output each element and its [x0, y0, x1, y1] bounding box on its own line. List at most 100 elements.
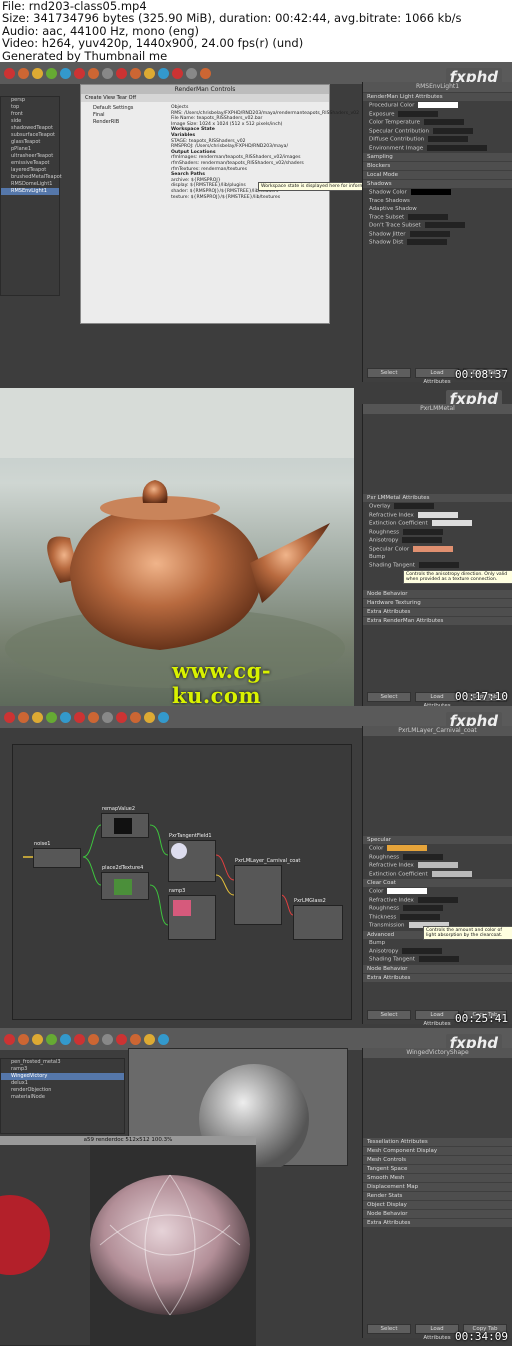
shelf-icon[interactable] [46, 1033, 57, 1045]
node-place2dtexture4[interactable]: place2dTexture4 [101, 865, 149, 900]
ae-section[interactable]: Displacement Map [363, 1183, 512, 1191]
outliner-item[interactable]: renderObjection [1, 1087, 124, 1094]
ae-section[interactable]: Pxr LMMetal Attributes [363, 494, 512, 502]
ae-section[interactable]: Extra Attributes [363, 607, 512, 616]
node-noise1[interactable]: noise1 [33, 841, 81, 868]
ae-section[interactable]: Hardware Texturing [363, 598, 512, 607]
shelf-icon[interactable] [144, 711, 155, 723]
node-pxrlmglass2[interactable]: PxrLMGlass2 [293, 898, 343, 940]
shelf-icon[interactable] [172, 67, 183, 79]
shelf-icon[interactable] [116, 1033, 127, 1045]
shelf-icon[interactable] [200, 67, 211, 79]
number-field[interactable] [402, 537, 443, 543]
shelf-icon[interactable] [74, 711, 85, 723]
outliner-item[interactable]: delux1 [1, 1080, 124, 1087]
color-swatch[interactable] [431, 520, 472, 526]
number-field[interactable] [402, 947, 443, 954]
outliner-item[interactable]: RMSDomeLight1 [1, 181, 59, 188]
shelf-icon[interactable] [18, 711, 29, 723]
color-swatch[interactable] [417, 862, 458, 868]
node-ramp3[interactable]: ramp3 [168, 888, 216, 940]
shelf-icon[interactable] [74, 1033, 85, 1045]
shelf-icon[interactable] [32, 67, 43, 79]
load-attributes-button[interactable]: Load Attributes [415, 368, 459, 384]
ae-section[interactable]: Mesh Component Display [363, 1147, 512, 1155]
outliner-item[interactable]: shadowedTeapot [1, 125, 59, 132]
shelf-icon[interactable] [46, 67, 57, 79]
file-field[interactable] [427, 144, 488, 151]
shelf-icon[interactable] [130, 711, 141, 723]
outliner-item[interactable]: emissiveTeapot [1, 160, 59, 167]
outliner-item[interactable]: pPlane1 [1, 146, 59, 153]
shelf-icon[interactable] [144, 67, 155, 79]
number-field[interactable] [418, 956, 459, 962]
ae-section[interactable]: Sampling [363, 153, 512, 161]
ae-section[interactable]: Node Behavior [363, 1210, 512, 1218]
ae-section[interactable]: Mesh Controls [363, 1156, 512, 1164]
outliner-item-selected[interactable]: RMSEnvLight1 [1, 188, 59, 195]
number-field[interactable] [403, 853, 444, 860]
outliner-item[interactable]: materialNode [1, 1094, 124, 1101]
ae-section[interactable]: Clear Coat [363, 879, 512, 887]
ae-section[interactable]: Tangent Space [363, 1165, 512, 1173]
number-field[interactable] [403, 528, 444, 535]
color-swatch[interactable] [387, 845, 428, 851]
outliner-item[interactable]: layeredTeapot [1, 167, 59, 174]
ae-section[interactable]: Local Mode [363, 171, 512, 179]
shelf-icon[interactable] [4, 711, 15, 723]
ae-section[interactable]: Node Behavior [363, 964, 512, 973]
select-button[interactable]: Select [367, 692, 411, 702]
shelf-icon[interactable] [116, 711, 127, 723]
text-field[interactable] [424, 222, 465, 228]
shelf-icon[interactable] [18, 1033, 29, 1045]
shelf-icon[interactable] [4, 1033, 15, 1045]
shelf-icon[interactable] [60, 711, 71, 723]
text-field[interactable] [408, 213, 449, 220]
outliner-item[interactable]: pen_frosted_metal3 [1, 1059, 124, 1066]
node-remapvalue2[interactable]: remapValue2 [101, 806, 149, 838]
ae-section[interactable]: Tessellation Attributes [363, 1138, 512, 1146]
color-swatch[interactable] [410, 189, 451, 195]
ae-section[interactable]: Extra Attributes [363, 973, 512, 982]
node-pxrtangentfield1[interactable]: PxrTangentField1 [168, 833, 216, 882]
outliner-item[interactable]: glassTeapot [1, 139, 59, 146]
shelf-icon[interactable] [74, 67, 85, 79]
outliner-item[interactable]: top [1, 104, 59, 111]
shelf-icon[interactable] [130, 67, 141, 79]
shelf-icon[interactable] [32, 711, 43, 723]
outliner-item[interactable]: side [1, 118, 59, 125]
number-field[interactable] [409, 230, 450, 237]
ae-section[interactable]: Specular [363, 836, 512, 844]
shelf-icon[interactable] [46, 711, 57, 723]
ae-section[interactable]: Extra RenderMan Attributes [363, 616, 512, 625]
number-field[interactable] [398, 110, 439, 117]
shelf-icon[interactable] [60, 1033, 71, 1045]
outliner-item[interactable]: ramp3 [1, 1066, 124, 1073]
shelf-icon[interactable] [116, 67, 127, 79]
shelf-icon[interactable] [18, 67, 29, 79]
outliner-item[interactable]: subsurfaceTeapot [1, 132, 59, 139]
color-swatch[interactable] [418, 102, 459, 108]
number-field[interactable] [407, 239, 448, 245]
ae-section[interactable]: RenderMan Light Attributes [363, 93, 512, 101]
shelf-icon[interactable] [102, 1033, 113, 1045]
shelf-icon[interactable] [158, 1033, 169, 1045]
shelf-icon[interactable] [102, 711, 113, 723]
load-attributes-button[interactable]: Load Attributes [415, 1324, 459, 1341]
ae-section[interactable]: Shadows [363, 180, 512, 188]
color-swatch[interactable] [417, 511, 458, 518]
shelf-icon[interactable] [102, 67, 113, 79]
number-field[interactable] [423, 119, 464, 125]
select-button[interactable]: Select [367, 1010, 411, 1020]
load-attributes-button[interactable]: Load Attributes [415, 1010, 459, 1027]
outliner-item[interactable]: persp [1, 97, 59, 104]
shelf-icon[interactable] [88, 67, 99, 79]
number-field[interactable] [417, 896, 458, 903]
node-pxrlmlayer-carnival-coat[interactable]: PxrLMLayer_Carnival_coat [234, 858, 300, 925]
ae-section[interactable]: Object Display [363, 1201, 512, 1209]
number-field[interactable] [432, 127, 473, 134]
outliner-item-selected[interactable]: WingedVictory [1, 1073, 124, 1080]
number-field[interactable] [418, 562, 459, 568]
shelf-icon[interactable] [186, 67, 197, 79]
ae-section[interactable]: Blockers [363, 162, 512, 170]
